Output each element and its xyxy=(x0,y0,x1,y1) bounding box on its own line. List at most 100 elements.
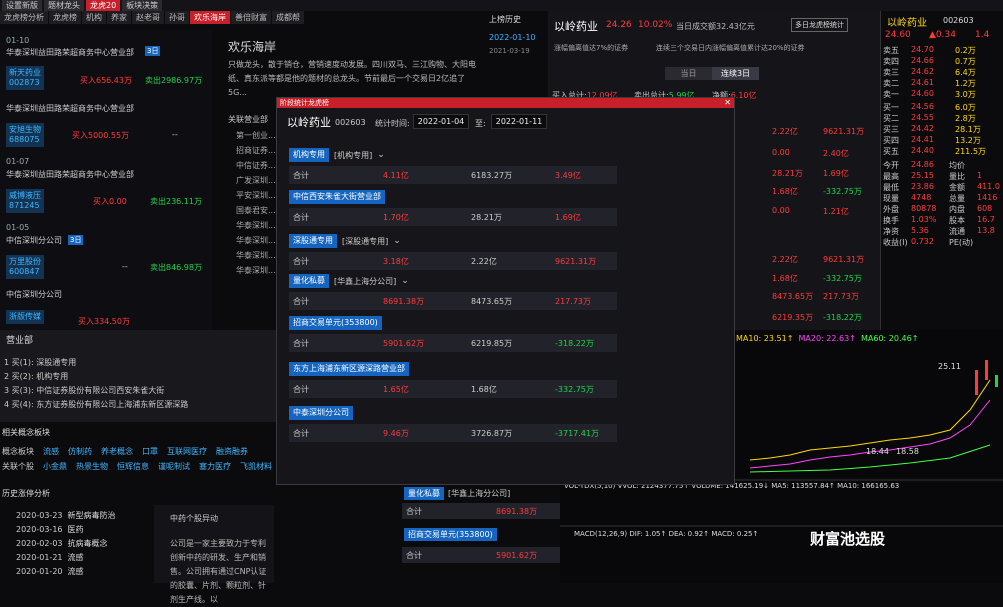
close-icon[interactable]: ✕ xyxy=(724,98,731,108)
related-item[interactable]: 平安深圳... xyxy=(236,188,276,203)
related-item[interactable]: 广发深圳... xyxy=(236,173,276,188)
related-item[interactable]: 国泰君安... xyxy=(236,203,276,218)
buy-amount: 买入5000.55万 xyxy=(72,131,130,140)
concept-item[interactable]: 恒辉信息 xyxy=(117,462,149,471)
related-item[interactable]: 华泰深圳... xyxy=(236,233,276,248)
hist2-item[interactable]: 2020-03-23 新型病毒防治 xyxy=(16,509,116,523)
stat-cell: 411.0 xyxy=(977,182,1000,191)
ma20-line xyxy=(749,399,991,469)
history-date[interactable]: 2021-03-19 xyxy=(484,42,544,55)
right-row-c: 217.73万 xyxy=(823,292,859,301)
concept-item[interactable]: 互联网医疗 xyxy=(167,447,207,456)
hist2-item[interactable]: 2020-03-16 医药 xyxy=(16,523,116,537)
concept-item[interactable]: 养老概念 xyxy=(101,447,133,456)
stat-cell: 23.86 xyxy=(911,182,934,191)
book-cell: 6.4万 xyxy=(955,68,976,77)
yingye-item[interactable]: 1 买(1): 深股通专用 xyxy=(4,356,188,370)
book-row: 卖五 24.70 0.2万 xyxy=(883,45,1003,56)
nav-item[interactable]: 龙虎榜分析 xyxy=(0,11,48,24)
stock-chip[interactable]: 威博液压 871245 xyxy=(6,189,44,213)
tab-3day[interactable]: 连续3日 xyxy=(712,67,759,80)
dept-a: 1.65亿 xyxy=(383,384,409,394)
badge: 3日 xyxy=(145,46,161,56)
top-tab[interactable]: 板块决策 xyxy=(122,0,163,11)
dept-block: 东方上海浦东新区源深路营业部 合计 1.65亿 1.68亿 -332.75万 xyxy=(289,362,617,398)
dept-tag[interactable]: 深股通专用 xyxy=(289,234,337,248)
nav-item[interactable]: 龙虎榜 xyxy=(49,11,81,24)
stat-row: 净资 5.36 流通 13.8 xyxy=(883,226,1003,237)
date-to-input[interactable]: 2022-01-11 xyxy=(491,114,547,129)
concept-item[interactable]: 飞凯材料 xyxy=(240,462,272,471)
yingye-item[interactable]: 2 买(2): 机构专用 xyxy=(4,370,188,384)
stock-name: 万里股份 xyxy=(9,257,41,266)
period-label: 统计时间: xyxy=(375,119,410,128)
candle xyxy=(985,360,988,380)
related-item[interactable]: 华泰深圳... xyxy=(236,218,276,233)
nav-item[interactable]: 养家 xyxy=(107,11,131,24)
stock-chip[interactable]: 新天药业 002873 xyxy=(6,66,44,90)
nav-item[interactable]: 机构 xyxy=(82,11,106,24)
concept-item[interactable]: 热景生物 xyxy=(76,462,108,471)
dialog-titlebar[interactable]: 阶段统计龙虎榜 ✕ xyxy=(277,98,734,108)
stock-chip[interactable]: 安旭生物 688075 xyxy=(6,123,44,147)
nav-item[interactable]: 赵老哥 xyxy=(132,11,164,24)
concept-item[interactable]: 仿制药 xyxy=(68,447,92,456)
hist2-date: 2020-01-21 xyxy=(16,553,63,562)
concept-item[interactable]: 塞力医疗 xyxy=(199,462,231,471)
dept-tag[interactable]: 中泰深圳分公司 xyxy=(289,406,353,420)
related-item[interactable]: 中信证券... xyxy=(236,158,276,173)
book-row: 买一 24.56 6.0万 xyxy=(883,102,1003,113)
nav-item-active[interactable]: 欢乐海岸 xyxy=(190,11,230,24)
book-cell: 卖一 xyxy=(883,90,899,99)
stat-cell: 均价 xyxy=(949,161,965,170)
stat-cell: 今开 xyxy=(883,161,899,170)
yingye-item[interactable]: 4 买(4): 东方证券股份有限公司上海浦东新区源深路 xyxy=(4,398,188,412)
top-tab[interactable]: 题材龙头 xyxy=(44,0,84,11)
chevron-down-icon[interactable]: ⌄ xyxy=(377,150,385,160)
book-cell: 24.70 xyxy=(911,45,934,54)
chevron-down-icon[interactable]: ⌄ xyxy=(393,236,401,246)
nav-item[interactable]: 孙哥 xyxy=(165,11,189,24)
top-tab-active[interactable]: 龙虎20 xyxy=(86,0,121,11)
related-item[interactable]: 华泰深圳... xyxy=(236,248,276,263)
dept-tag[interactable]: 招商交易单元(353800) xyxy=(289,316,382,330)
top-tab[interactable]: 设置新版 xyxy=(2,0,42,11)
bottom-tag[interactable]: 招商交易单元(353800) xyxy=(404,528,497,541)
hist2-item[interactable]: 2020-01-21 流感 xyxy=(16,551,116,565)
yingye-item[interactable]: 3 买(3): 中信证券股份有限公司西安朱雀大街 xyxy=(4,384,188,398)
dept-block-header: 量化私募 [华鑫上海分公司] ⌄ xyxy=(289,274,617,288)
sell-amount: 卖出2986.97万 xyxy=(145,76,203,85)
nav-item[interactable]: 善倍财富 xyxy=(231,11,271,24)
chevron-down-icon[interactable]: ⌄ xyxy=(401,276,409,286)
multi-day-stats-button[interactable]: 多日龙虎榜统计 xyxy=(791,18,848,32)
stock-chip[interactable]: 浙版传媒 xyxy=(6,310,44,324)
concept-item[interactable]: 小金鼎 xyxy=(43,462,67,471)
dept-tag[interactable]: 中信西安朱雀大街营业部 xyxy=(289,190,385,204)
concept-item[interactable]: 口罩 xyxy=(142,447,158,456)
date-from-input[interactable]: 2022-01-04 xyxy=(413,114,469,129)
related-item[interactable]: 第一创业... xyxy=(236,128,276,143)
hist2-item[interactable]: 2020-02-03 抗病毒概念 xyxy=(16,537,116,551)
history-date[interactable]: 2022-01-10 xyxy=(484,28,544,42)
hist2-topic: 流感 xyxy=(67,567,84,576)
dept-block-header: 中信西安朱雀大街营业部 xyxy=(289,190,617,204)
concept-item[interactable]: 融资融券 xyxy=(216,447,248,456)
dept-tag[interactable]: 量化私募 xyxy=(289,274,329,288)
right-row-b: 1.68亿 xyxy=(772,274,798,283)
right-row-b: 0.00 xyxy=(772,148,790,157)
dept-tag[interactable]: 机构专用 xyxy=(289,148,329,162)
yingye-title: 营业部 xyxy=(6,336,34,346)
high-label: 25.11 xyxy=(938,362,961,371)
nav-item[interactable]: 成都帮 xyxy=(272,11,304,24)
book-cell: 24.60 xyxy=(911,89,934,98)
related-item[interactable]: 华泰深圳... xyxy=(236,263,276,278)
related-item[interactable]: 招商证券... xyxy=(236,143,276,158)
hist2-item[interactable]: 2020-01-20 流感 xyxy=(16,565,116,579)
concept-item[interactable]: 谨呢制试 xyxy=(158,462,190,471)
concept-item[interactable]: 流感 xyxy=(43,447,59,456)
hist2-date: 2020-03-23 xyxy=(16,511,63,520)
dept-tag[interactable]: 东方上海浦东新区源深路营业部 xyxy=(289,362,409,376)
tab-today[interactable]: 当日 xyxy=(665,67,712,80)
stock-chip[interactable]: 万里股份 600847 xyxy=(6,255,44,279)
bottom-tag[interactable]: 量化私募 xyxy=(404,487,444,500)
